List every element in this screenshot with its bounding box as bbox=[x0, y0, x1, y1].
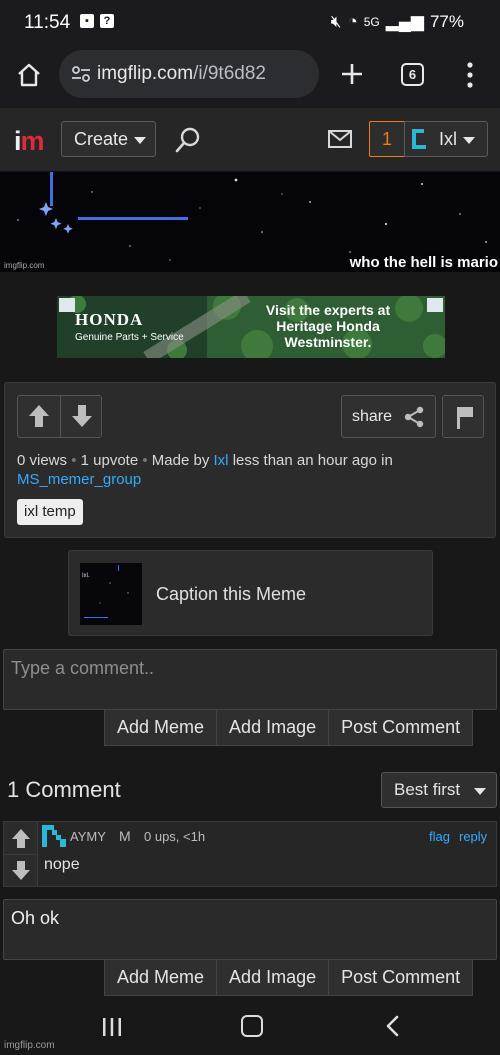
meme-meta: 0 views • 1 upvote • Made by Ixl less th… bbox=[17, 451, 487, 489]
share-icon bbox=[404, 406, 424, 428]
meme-caption: who the hell is mario bbox=[349, 254, 498, 271]
sort-label: Best first bbox=[394, 780, 461, 799]
status-bar: 11:54 ▪ ? 🔇︎ ◔ 5G ▂▄▆ 77% bbox=[0, 0, 500, 46]
made-by-label: Made by bbox=[151, 452, 210, 469]
flag-button[interactable] bbox=[442, 395, 484, 438]
upvote-count: 1 upvote bbox=[80, 452, 139, 469]
reply-actions: Add Meme Add Image Post Comment bbox=[104, 959, 474, 996]
chevron-down-icon bbox=[474, 788, 486, 795]
ad-brand-sub: Genuine Parts + Service bbox=[75, 332, 184, 343]
imgflip-logo[interactable]: im bbox=[14, 126, 45, 157]
ad-logo: HONDA Genuine Parts + Service bbox=[75, 310, 184, 343]
commenter-avatar[interactable] bbox=[42, 825, 66, 847]
chevron-down-icon bbox=[463, 137, 475, 144]
battery-label: 77% bbox=[429, 12, 464, 31]
divider bbox=[4, 854, 38, 855]
add-meme-button[interactable]: Add Meme bbox=[105, 710, 218, 745]
new-tab-icon[interactable] bbox=[340, 62, 364, 86]
more-options-icon[interactable] bbox=[466, 62, 474, 88]
add-meme-button[interactable]: Add Meme bbox=[105, 960, 218, 995]
post-comment-button[interactable]: Post Comment bbox=[329, 960, 472, 995]
notification-count[interactable]: 1 bbox=[369, 121, 405, 157]
status-time: 11:54 bbox=[24, 12, 71, 33]
upvote-icon[interactable] bbox=[18, 396, 60, 437]
meme-thumbnail: Ixl. bbox=[80, 563, 142, 625]
help-notification-icon: ? bbox=[100, 14, 114, 28]
time-text: less than an hour ago in bbox=[232, 452, 393, 469]
share-label: share bbox=[352, 408, 393, 425]
comment-sort-select[interactable]: Best first bbox=[381, 772, 497, 808]
comment-input[interactable] bbox=[3, 649, 497, 710]
create-label: Create bbox=[74, 129, 129, 149]
logo-m: m bbox=[20, 126, 45, 156]
username: Ixl bbox=[439, 129, 457, 149]
home-icon[interactable] bbox=[16, 62, 42, 88]
back-icon[interactable] bbox=[384, 1015, 400, 1037]
chevron-down-icon bbox=[134, 137, 146, 144]
wifi-icon: ◔ bbox=[347, 12, 358, 31]
caption-this-meme-card[interactable]: Ixl. Caption this Meme bbox=[68, 550, 433, 636]
reply-link[interactable]: reply bbox=[459, 829, 487, 844]
network-label: 5G bbox=[363, 15, 380, 29]
mod-badge: M bbox=[119, 828, 131, 844]
home-button[interactable] bbox=[241, 1015, 263, 1037]
user-menu-button[interactable]: Ixl bbox=[404, 121, 488, 157]
create-button[interactable]: Create bbox=[61, 121, 156, 157]
user-avatar-icon bbox=[412, 129, 426, 149]
gallery-notification-icon: ▪ bbox=[80, 14, 94, 28]
comment-vote bbox=[4, 822, 38, 886]
mail-icon[interactable] bbox=[328, 130, 352, 148]
url-path: /i/9t6d82 bbox=[193, 63, 266, 84]
upvote-icon[interactable] bbox=[9, 826, 33, 850]
add-image-button[interactable]: Add Image bbox=[217, 960, 330, 995]
downvote-icon[interactable] bbox=[61, 396, 103, 437]
separator: • bbox=[142, 452, 148, 469]
comment-text: nope bbox=[44, 856, 80, 873]
url-text[interactable]: imgflip.com/i/9t6d82 bbox=[97, 63, 266, 85]
flag-icon bbox=[457, 407, 473, 429]
comment-meta: 0 ups, <1h bbox=[144, 829, 206, 844]
url-domain: imgflip.com bbox=[97, 63, 194, 84]
status-right: 🔇︎ ◔ 5G ▂▄▆ 77% bbox=[331, 12, 464, 32]
address-bar[interactable]: imgflip.com/i/9t6d82 bbox=[59, 50, 319, 98]
views-count: 0 views bbox=[17, 452, 68, 469]
system-navigation-bar bbox=[0, 998, 500, 1055]
svg-text:Ixl.: Ixl. bbox=[82, 573, 90, 579]
site-header: im Create 1 Ixl bbox=[0, 108, 500, 172]
comment-actions: Add Meme Add Image Post Comment bbox=[104, 709, 474, 746]
caption-this-meme-label: Caption this Meme bbox=[156, 584, 307, 604]
author-link[interactable]: Ixl bbox=[214, 452, 229, 469]
comment-author[interactable]: AYMY bbox=[70, 829, 106, 844]
adchoices-icon[interactable] bbox=[59, 298, 75, 312]
comment-item: AYMY M 0 ups, <1h flag reply nope bbox=[3, 821, 497, 887]
search-icon[interactable] bbox=[174, 126, 202, 154]
flag-link[interactable]: flag bbox=[429, 829, 450, 844]
screenshot-watermark: imgflip.com bbox=[4, 1040, 55, 1051]
browser-toolbar: imgflip.com/i/9t6d82 6 bbox=[0, 46, 500, 108]
tag-chip[interactable]: ixl temp bbox=[17, 499, 83, 525]
vote-buttons bbox=[17, 395, 102, 438]
separator: • bbox=[71, 452, 77, 469]
share-button[interactable]: share bbox=[341, 395, 436, 438]
stream-link[interactable]: MS_memer_group bbox=[17, 471, 141, 488]
tab-switcher-button[interactable]: 6 bbox=[401, 63, 424, 86]
mute-icon: 🔇︎ bbox=[330, 12, 342, 31]
downvote-icon[interactable] bbox=[9, 858, 33, 882]
ad-brand: HONDA bbox=[75, 310, 144, 329]
ad-banner[interactable]: HONDA Genuine Parts + Service Visit the … bbox=[57, 296, 445, 358]
adchoices-icon[interactable] bbox=[427, 298, 443, 312]
comments-count-heading: 1 Comment bbox=[7, 777, 121, 802]
signal-icon: ▂▄▆ bbox=[385, 12, 424, 31]
meme-info-panel: share 0 views • 1 upvote • Made by Ixl l… bbox=[4, 382, 496, 538]
reply-input[interactable]: Oh ok bbox=[3, 899, 497, 960]
recent-apps-icon[interactable] bbox=[102, 1018, 122, 1036]
post-comment-button[interactable]: Post Comment bbox=[329, 710, 472, 745]
meme-watermark: imgflip.com bbox=[4, 261, 45, 270]
site-settings-icon[interactable] bbox=[71, 65, 91, 83]
status-notification-icons: ▪ ? bbox=[80, 14, 114, 28]
add-image-button[interactable]: Add Image bbox=[217, 710, 330, 745]
ad-message: Visit the experts at Heritage Honda West… bbox=[265, 302, 391, 350]
meme-image[interactable]: who the hell is mario imgflip.com bbox=[0, 172, 500, 272]
